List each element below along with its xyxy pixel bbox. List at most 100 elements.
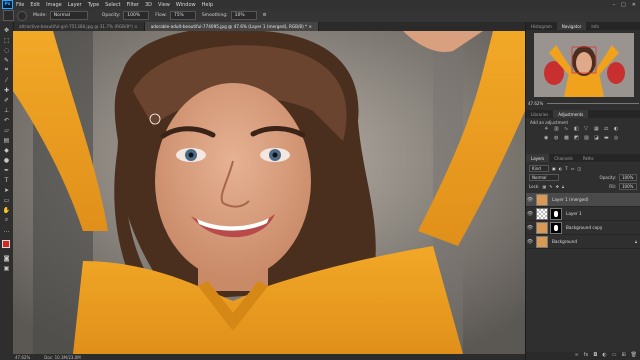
trash-icon[interactable]: 🗑︎	[631, 352, 637, 360]
eraser-tool-icon[interactable]: ▱	[2, 126, 11, 134]
zoom-level[interactable]: 47.62%	[15, 355, 30, 360]
tab-document-1[interactable]: attractive-beautiful-girl-751368.jpg @ 3…	[13, 22, 145, 31]
visibility-eye-icon[interactable]: 👁︎	[526, 239, 534, 245]
levels-icon[interactable]: ▥	[554, 126, 563, 134]
menu-view[interactable]: View	[158, 2, 170, 8]
layer-fill-field[interactable]: 100%	[619, 183, 637, 190]
fx-icon[interactable]: fx	[584, 352, 589, 360]
zoom-tool-icon[interactable]: ⌕	[2, 216, 11, 224]
healing-brush-tool-icon[interactable]: ✚	[2, 86, 11, 94]
layer-kind-filter[interactable]: Kind	[529, 165, 549, 172]
more-tools-icon[interactable]: …	[2, 226, 11, 234]
photo-filter-icon[interactable]: ◉	[544, 135, 553, 143]
lock-all-icon[interactable]: 🔒︎	[562, 184, 564, 189]
blur-tool-icon[interactable]: ◆	[2, 146, 11, 154]
clone-stamp-tool-icon[interactable]: ⊥	[2, 106, 11, 114]
gradient-tool-icon[interactable]: ▤	[2, 136, 11, 144]
crop-tool-icon[interactable]: ⌗	[2, 66, 11, 74]
eyedropper-tool-icon[interactable]: ⁄	[2, 76, 11, 84]
screen-mode-icon[interactable]: ▣	[2, 264, 11, 272]
filter-pixel-icon[interactable]: ▣	[552, 166, 556, 171]
marquee-tool-icon[interactable]: ⬚	[2, 36, 11, 44]
tab-histogram[interactable]: Histogram	[526, 22, 557, 30]
quick-mask-icon[interactable]: ◙	[2, 254, 11, 262]
layer-blend-mode[interactable]: Normal	[529, 174, 559, 181]
opacity-field[interactable]: 100%	[123, 11, 150, 20]
layer-row[interactable]: 👁︎ Background 🔒︎	[526, 235, 640, 249]
tab-channels[interactable]: Channels	[549, 154, 578, 162]
gear-icon[interactable]: ⚙	[263, 13, 267, 18]
posterize-icon[interactable]: ▨	[584, 135, 593, 143]
link-layers-icon[interactable]: ∞	[574, 352, 578, 360]
document-canvas[interactable]	[13, 31, 525, 354]
channel-mixer-icon[interactable]: ◍	[554, 135, 563, 143]
layer-mask-thumbnail[interactable]	[550, 207, 562, 220]
layer-name[interactable]: Layer 1	[566, 211, 582, 216]
tab-libraries[interactable]: Libraries	[526, 110, 553, 118]
menu-edit[interactable]: Edit	[30, 2, 40, 8]
lock-brush-icon[interactable]: ✎	[549, 184, 552, 189]
tab-navigator[interactable]: Navigator	[556, 22, 587, 30]
layer-row[interactable]: 👁︎ Layer 1 (merged)	[526, 193, 640, 207]
layer-row[interactable]: 👁︎ Background copy	[526, 221, 640, 235]
visibility-eye-icon[interactable]: 👁︎	[526, 211, 534, 217]
brightness-icon[interactable]: ☀	[544, 126, 553, 134]
tab-document-2[interactable]: adorable-adult-beautiful-774095.jpg @ 47…	[144, 22, 319, 31]
color-balance-icon[interactable]: ⚖	[604, 126, 613, 134]
filter-adjustment-icon[interactable]: ◐	[559, 166, 563, 171]
lasso-tool-icon[interactable]: ◌	[2, 46, 11, 54]
type-tool-icon[interactable]: T	[2, 176, 11, 184]
gradient-map-icon[interactable]: ▬	[604, 135, 613, 143]
move-tool-icon[interactable]: ✥	[2, 26, 11, 34]
new-group-icon[interactable]: ▭	[612, 352, 617, 360]
filter-shape-icon[interactable]: ▭	[571, 166, 575, 171]
invert-icon[interactable]: ◩	[574, 135, 583, 143]
new-adjustment-icon[interactable]: ◐	[602, 352, 606, 360]
menu-3d[interactable]: 3D	[145, 2, 152, 8]
tab-info[interactable]: Info	[586, 22, 604, 30]
menu-help[interactable]: Help	[202, 2, 213, 8]
visibility-eye-icon[interactable]: 👁︎	[526, 197, 534, 203]
filter-smart-icon[interactable]: ◫	[578, 166, 582, 171]
navigator-preview[interactable]	[534, 33, 634, 97]
history-brush-tool-icon[interactable]: ↶	[2, 116, 11, 124]
exposure-icon[interactable]: ◧	[574, 126, 583, 134]
selective-color-icon[interactable]: ◎	[614, 135, 623, 143]
layer-opacity-field[interactable]: 100%	[619, 174, 637, 181]
quick-select-tool-icon[interactable]: ✎	[2, 56, 11, 64]
mode-select[interactable]: Normal	[49, 11, 88, 20]
flow-field[interactable]: 75%	[169, 11, 196, 20]
lock-transparent-icon[interactable]: ▦	[542, 184, 546, 189]
menu-window[interactable]: Window	[176, 2, 196, 8]
pen-tool-icon[interactable]: ✒	[2, 166, 11, 174]
hand-tool-icon[interactable]: ✋	[2, 206, 11, 214]
lock-move-icon[interactable]: ✥	[556, 184, 559, 189]
filter-type-icon[interactable]: T	[565, 166, 567, 171]
tab-layers[interactable]: Layers	[526, 154, 550, 162]
menu-type[interactable]: Type	[88, 2, 99, 8]
brush-tool-preset-icon[interactable]	[3, 10, 14, 21]
tab-paths[interactable]: Paths	[578, 154, 599, 162]
maximize-button[interactable]: □	[621, 2, 626, 8]
close-button[interactable]: ✕	[632, 2, 636, 8]
new-layer-icon[interactable]: ⊞	[621, 352, 625, 360]
foreground-color-swatch[interactable]	[2, 240, 10, 248]
smoothing-field[interactable]: 10%	[230, 11, 257, 20]
vibrance-icon[interactable]: ▽	[584, 126, 593, 134]
layer-name[interactable]: Background copy	[566, 225, 602, 230]
brush-tool-icon[interactable]: ✐	[2, 96, 11, 104]
layer-mask-thumbnail[interactable]	[550, 221, 562, 234]
layer-row[interactable]: 👁︎ Layer 1	[526, 207, 640, 221]
navigator-zoom-value[interactable]: 47.62%	[528, 101, 543, 106]
visibility-eye-icon[interactable]: 👁︎	[526, 225, 534, 231]
black-white-icon[interactable]: ◐	[614, 126, 623, 134]
minimize-button[interactable]: –	[613, 2, 616, 8]
path-select-tool-icon[interactable]: ➤	[2, 186, 11, 194]
menu-filter[interactable]: Filter	[127, 2, 139, 8]
rectangle-tool-icon[interactable]: ▭	[2, 196, 11, 204]
hue-saturation-icon[interactable]: ▦	[594, 126, 603, 134]
menu-image[interactable]: Image	[46, 2, 62, 8]
dodge-tool-icon[interactable]: ●	[2, 156, 11, 164]
layer-name[interactable]: Layer 1 (merged)	[552, 197, 588, 202]
menu-layer[interactable]: Layer	[68, 2, 82, 8]
